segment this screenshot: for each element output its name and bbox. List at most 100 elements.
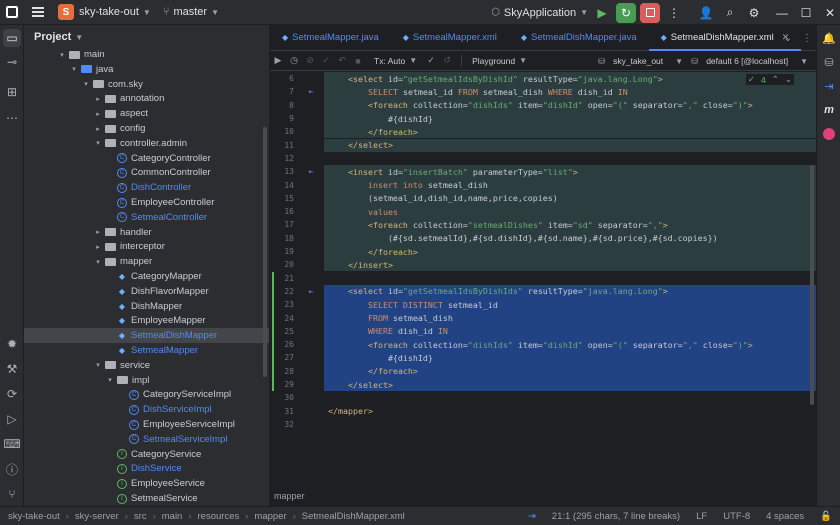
chevron-right-icon[interactable]: ▸ (94, 228, 102, 236)
inspection-widget[interactable]: ✓ 4 ⌃ ⌄ (745, 74, 794, 85)
editor-tab[interactable]: ◆ SetmealDishMapper.java (509, 25, 649, 51)
chevron-down-icon[interactable]: ▾ (94, 361, 102, 369)
chevron-down-icon[interactable]: ⌄ (785, 74, 792, 85)
tree-item[interactable]: ▸ handler (24, 225, 269, 240)
chevron-down-icon[interactable]: ▼ (143, 8, 151, 17)
plugin-icon[interactable] (820, 125, 838, 143)
breadcrumb-item[interactable]: sky-server (75, 511, 119, 522)
undo-icon[interactable]: ↺ (439, 55, 455, 66)
editor-scrollbar[interactable] (810, 165, 814, 405)
run-tool-icon[interactable]: ▷ (3, 410, 21, 428)
tree-item[interactable]: ▾ service (24, 358, 269, 373)
line-separator[interactable]: LF (696, 511, 707, 522)
code-line[interactable]: 21 (270, 272, 816, 285)
chevron-right-icon[interactable]: ▸ (94, 110, 102, 118)
run-icon[interactable]: ▶ (592, 3, 612, 23)
tree-item[interactable]: ▸ config (24, 121, 269, 136)
tree-item[interactable]: C CategoryController (24, 151, 269, 166)
navigate-to-method-icon[interactable]: ⇤ (298, 87, 324, 96)
code-line[interactable]: 22 ⇤ <select id= "getSetmealIdsByDishIds" … (270, 284, 816, 299)
breadcrumb-item[interactable]: resources (198, 511, 240, 522)
code-line[interactable]: 8 <foreach collection= "dishIds" item= "di… (270, 98, 816, 112)
run-config-selector[interactable]: SkyApplication (504, 7, 576, 19)
tree-item[interactable]: C EmployeeController (24, 195, 269, 210)
code-area[interactable]: 6 <select id= "getSetmealIdsByDishId" res… (270, 72, 816, 512)
minimize-icon[interactable]: — (772, 3, 792, 23)
cancel-icon[interactable]: ⊘ (302, 55, 318, 66)
code-line[interactable]: 14 insert into setmeal_dish (270, 178, 816, 192)
tree-item[interactable]: C CategoryServiceImpl (24, 387, 269, 402)
structure-icon[interactable]: ⊞ (3, 83, 21, 101)
rerun-icon[interactable]: ↻ (616, 2, 636, 23)
breadcrumb-item[interactable]: main (162, 511, 183, 522)
chevron-down-icon[interactable]: ▼ (800, 57, 808, 66)
add-user-icon[interactable]: 👤 (696, 3, 716, 23)
code-line[interactable]: 32 (270, 418, 816, 431)
editor-tab[interactable]: ◆ SetmealMapper.xml (391, 25, 509, 51)
tree-item[interactable]: ◆ DishMapper (24, 299, 269, 314)
code-line[interactable]: 26 <foreach collection= "dishIds" item= "d… (270, 338, 816, 352)
code-line[interactable]: 25 WHERE dish_id IN (270, 324, 816, 338)
chevron-right-icon[interactable]: ▸ (94, 125, 102, 133)
editor-tab[interactable]: ◆ SetmealDishMapper.xml ✕ (648, 25, 802, 51)
editor-tab[interactable]: ◆ SetmealMapper.java (270, 25, 391, 51)
maven-icon[interactable]: m (820, 101, 838, 119)
code-line[interactable]: 15 (setmeal_id,dish_id,name,price,copies… (270, 191, 816, 205)
history-icon[interactable]: ◷ (286, 55, 302, 66)
tree-item[interactable]: ◆ EmployeeMapper (24, 313, 269, 328)
tree-item[interactable]: ◆ SetmealDishMapper (24, 328, 269, 344)
navigate-to-method-icon[interactable]: ⇤ (298, 167, 324, 176)
check-icon[interactable]: ✓ (423, 55, 439, 66)
code-line[interactable]: 11 </select> (270, 138, 816, 152)
code-line[interactable]: 10 </foreach> (270, 125, 816, 139)
tree-item[interactable]: ▾ mapper (24, 254, 269, 269)
problems-icon[interactable]: ⓘ (3, 460, 21, 478)
code-line[interactable]: 29 </select> (270, 377, 816, 392)
tree-item[interactable]: ▾ com.sky (24, 77, 269, 92)
tree-item[interactable]: C SetmealServiceImpl (24, 432, 269, 447)
tree-item[interactable]: C DishServiceImpl (24, 402, 269, 417)
chevron-down-icon[interactable]: ▼ (211, 8, 219, 17)
terminal-icon[interactable]: ⌨ (3, 435, 21, 453)
commit-icon[interactable]: ⊸ (3, 53, 21, 71)
tree-item[interactable]: ◆ CategoryMapper (24, 269, 269, 284)
tree-item[interactable]: C SetmealController (24, 210, 269, 225)
rollback-icon[interactable]: ↶ (334, 55, 350, 66)
chevron-down-icon[interactable]: ▾ (58, 51, 66, 59)
services-icon[interactable]: ⟳ (3, 385, 21, 403)
chevron-down-icon[interactable]: ▾ (94, 139, 102, 147)
file-encoding[interactable]: UTF-8 (723, 511, 750, 522)
tree-item[interactable]: I DishService (24, 461, 269, 476)
chevron-down-icon[interactable]: ▾ (106, 376, 114, 384)
tree-item[interactable]: I CategoryService (24, 447, 269, 462)
code-line[interactable]: 7 ⇤ SELECT setmeal_id FROM setmeal_dish W… (270, 85, 816, 99)
maximize-icon[interactable]: ☐ (796, 3, 816, 23)
tree-item[interactable]: I EmployeeService (24, 476, 269, 491)
code-line[interactable]: 28 </foreach> (270, 364, 816, 378)
tree-item[interactable]: ▸ annotation (24, 91, 269, 106)
code-line[interactable]: 30 (270, 391, 816, 404)
code-line[interactable]: 6 <select id= "getSetmealIdsByDishId" res… (270, 72, 816, 86)
vcs-change-marker[interactable] (272, 271, 274, 392)
navigate-to-method-icon[interactable]: ⇤ (298, 287, 324, 296)
tree-item[interactable]: ▾ impl (24, 373, 269, 388)
chevron-right-icon[interactable]: ▸ (94, 243, 102, 251)
tree-item[interactable]: C DishController (24, 180, 269, 195)
code-line[interactable]: 9 #{dishId} (270, 111, 816, 126)
build-icon[interactable]: ⚒ (3, 360, 21, 378)
code-line[interactable]: 16 values (270, 205, 816, 219)
datasource-selector[interactable]: default 6 [@localhost] (706, 56, 788, 66)
code-line[interactable]: 27 #{dishId} (270, 351, 816, 365)
project-badge[interactable]: S (58, 4, 74, 20)
chevron-down-icon[interactable]: ▼ (580, 8, 588, 17)
chevron-up-icon[interactable]: ⌃ (772, 74, 779, 85)
breadcrumb-item[interactable]: mapper (254, 511, 286, 522)
tab-list-icon[interactable]: ⌄ (784, 33, 792, 44)
endpoints-status-icon[interactable]: ⇥ (528, 511, 536, 522)
tree-item[interactable]: ◆ DishFlavorMapper (24, 284, 269, 299)
chevron-down-icon[interactable]: ▾ (82, 80, 90, 88)
tree-item[interactable]: ▾ controller.admin (24, 136, 269, 151)
search-icon[interactable]: ⌕ (720, 3, 740, 23)
project-scrollbar[interactable] (263, 127, 267, 377)
chevron-down-icon[interactable]: ▼ (519, 56, 527, 65)
